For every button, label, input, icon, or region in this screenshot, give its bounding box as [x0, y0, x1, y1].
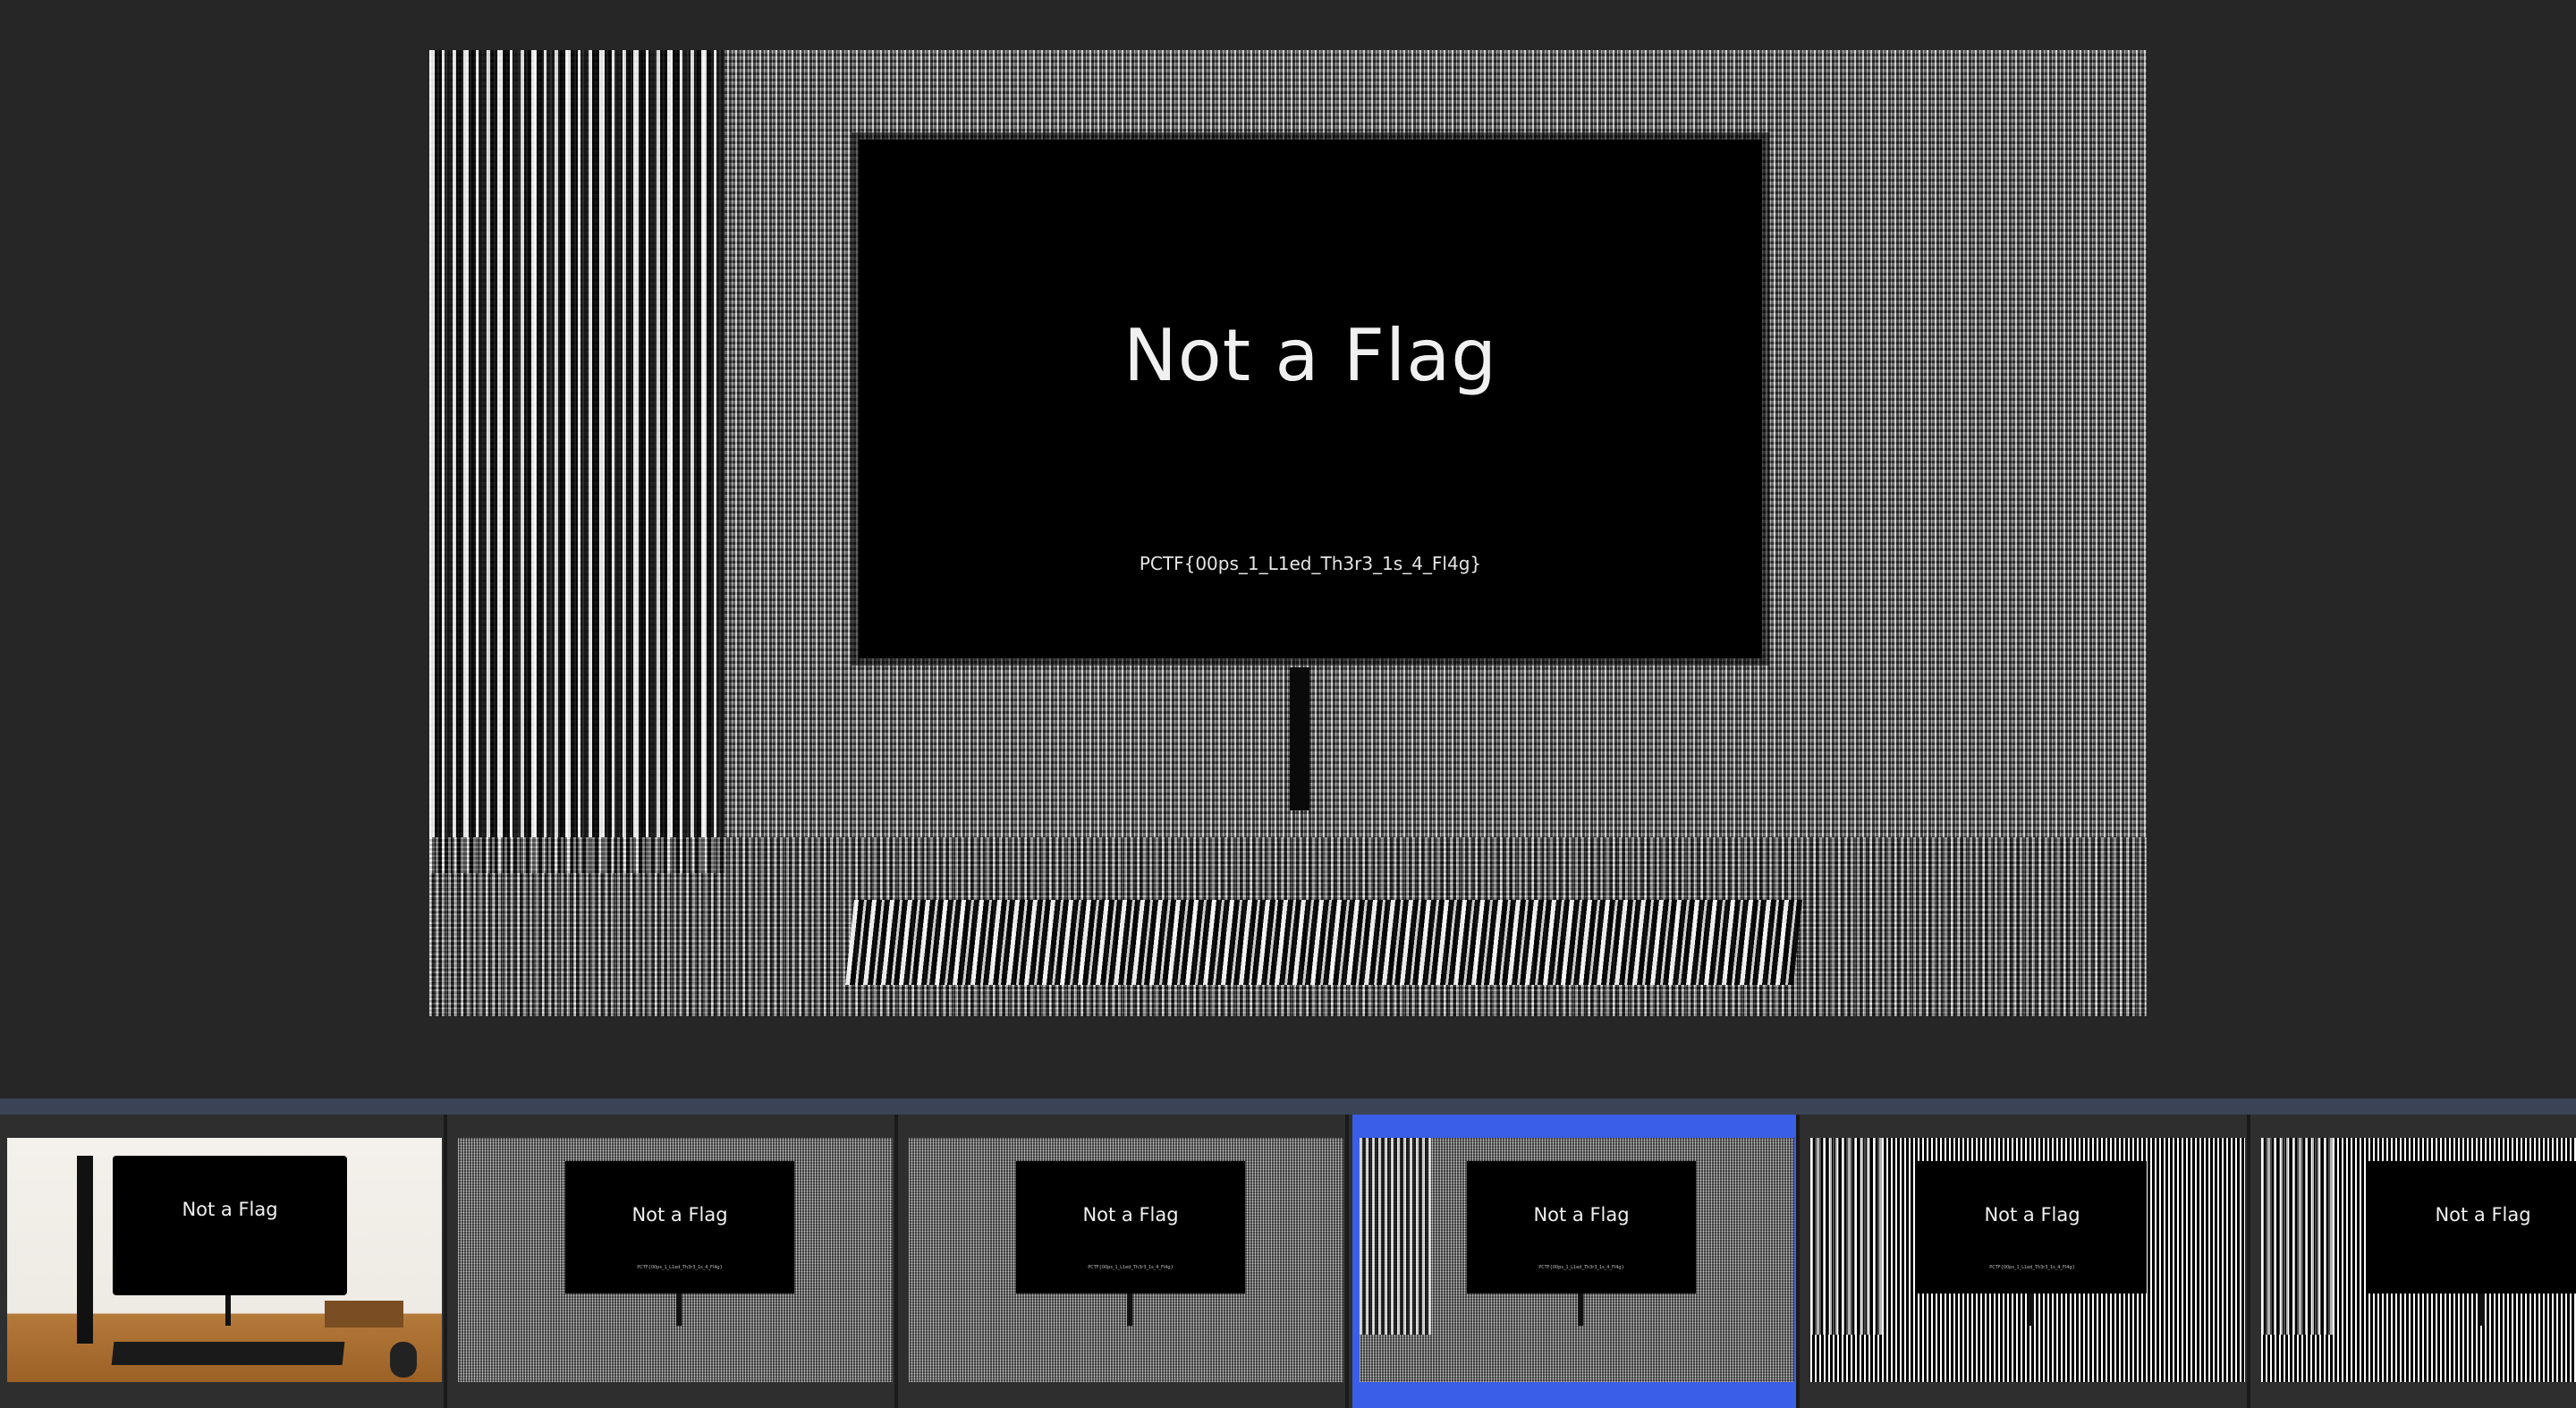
thumbnail-label: Not a Flag — [1533, 1204, 1630, 1226]
thumbnail-label: Not a Flag — [1984, 1204, 2080, 1226]
thumbnail-original[interactable]: Not a Flag — [0, 1115, 447, 1408]
thumbnail-image: Not a Flag PCTF{00ps_1_L1ed_Th3r3_1s_4_F… — [1360, 1138, 1794, 1382]
thumbnail-image: Not a Flag PCTF{00ps_1_L1ed_Th3r3_1s_4_F… — [458, 1138, 893, 1382]
thumbnail-monitor: Not a Flag PCTF{00ps_1_L1ed_Th3r3_1s_4_F… — [1467, 1161, 1696, 1293]
main-image[interactable]: Not a Flag PCTF{00ps_1_L1ed_Th3r3_1s_4_F… — [429, 50, 2147, 1016]
monitor-stand — [2029, 1293, 2034, 1326]
monitor-stand — [1578, 1293, 1583, 1326]
thumbnail-image: Not a Flag PCTF{00ps_1_L1ed_Th3r3_1s_4_F… — [1810, 1138, 2245, 1382]
thumbnail-image: Not a Flag PCTF{00ps_1_L1ed_Th3r3_1s_4_F… — [909, 1138, 1343, 1382]
thumbnail-subtext: PCTF{00ps_1_L1ed_Th3r3_1s_4_Fl4g} — [1989, 1265, 2075, 1270]
filmstrip-divider — [0, 1098, 2576, 1115]
thumbnail-monitor: Not a Flag PCTF{00ps_1_L1ed_Th3r3_1s_4_F… — [1016, 1161, 1245, 1293]
filmstrip: Not a Flag Not a Flag PCTF{00ps_1_L1ed_T… — [0, 1115, 2576, 1408]
thumbnail-image: Not a Flag — [2261, 1138, 2576, 1382]
image-viewer: Not a Flag PCTF{00ps_1_L1ed_Th3r3_1s_4_F… — [0, 0, 2576, 1098]
thumbnail-subtext: PCTF{00ps_1_L1ed_Th3r3_1s_4_Fl4g} — [1538, 1265, 1624, 1270]
screen-title: Not a Flag — [1123, 314, 1498, 397]
keyboard-region — [845, 900, 1802, 985]
thumbnail-image: Not a Flag — [7, 1138, 442, 1382]
mouse-shape — [390, 1342, 417, 1378]
screen-subtext: PCTF{00ps_1_L1ed_Th3r3_1s_4_Fl4g} — [1139, 553, 1482, 574]
thumbnail-monitor: Not a Flag — [113, 1156, 347, 1295]
thumbnail-monitor: Not a Flag PCTF{00ps_1_L1ed_Th3r3_1s_4_F… — [1918, 1161, 2147, 1293]
thumbnail-subtext: PCTF{00ps_1_L1ed_Th3r3_1s_4_Fl4g} — [637, 1265, 723, 1270]
curtain-region — [1360, 1138, 1431, 1335]
box-shape — [325, 1301, 403, 1327]
thumbnail-bitplane-5[interactable]: Not a Flag — [2254, 1115, 2576, 1408]
monitor-screen: Not a Flag PCTF{00ps_1_L1ed_Th3r3_1s_4_F… — [859, 140, 1762, 658]
thumbnail-bitplane-3-selected[interactable]: Not a Flag PCTF{00ps_1_L1ed_Th3r3_1s_4_F… — [1352, 1115, 1800, 1408]
thumbnail-label: Not a Flag — [1082, 1204, 1179, 1226]
monitor-stand — [1127, 1293, 1132, 1326]
monitor-stand — [676, 1293, 682, 1326]
curtain-region — [429, 50, 724, 873]
thumbnail-bitplane-4[interactable]: Not a Flag PCTF{00ps_1_L1ed_Th3r3_1s_4_F… — [1803, 1115, 2250, 1408]
thumbnail-label: Not a Flag — [182, 1199, 278, 1220]
thumbnail-label: Not a Flag — [2435, 1204, 2531, 1226]
keyboard-shape — [111, 1342, 345, 1365]
speaker-shape — [77, 1156, 93, 1344]
monitor-stand — [2479, 1293, 2485, 1326]
curtain-region — [2261, 1138, 2333, 1335]
thumbnail-monitor: Not a Flag — [2368, 1161, 2576, 1293]
thumbnail-subtext: PCTF{00ps_1_L1ed_Th3r3_1s_4_Fl4g} — [1088, 1265, 1174, 1270]
thumbnail-label: Not a Flag — [631, 1204, 728, 1226]
curtain-region — [1810, 1138, 1882, 1335]
monitor-stand — [1290, 667, 1309, 810]
thumbnail-bitplane-1[interactable]: Not a Flag PCTF{00ps_1_L1ed_Th3r3_1s_4_F… — [451, 1115, 898, 1408]
thumbnail-bitplane-2[interactable]: Not a Flag PCTF{00ps_1_L1ed_Th3r3_1s_4_F… — [902, 1115, 1349, 1408]
monitor-stand — [225, 1293, 231, 1326]
thumbnail-monitor: Not a Flag PCTF{00ps_1_L1ed_Th3r3_1s_4_F… — [565, 1161, 794, 1293]
